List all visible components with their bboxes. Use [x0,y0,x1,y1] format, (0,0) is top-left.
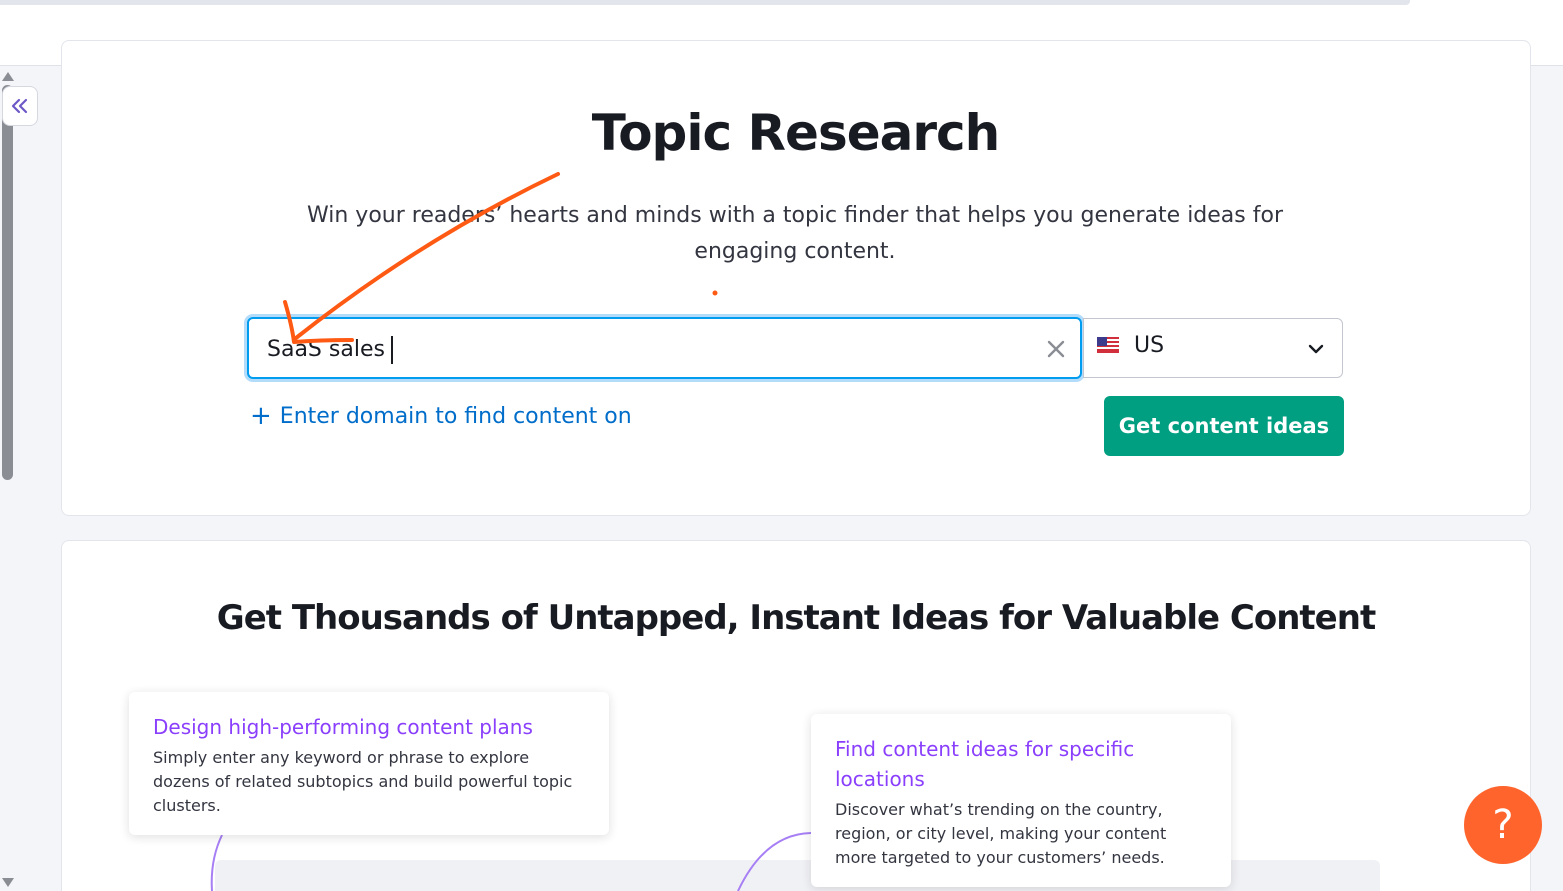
database-label: US [1134,333,1165,358]
feature-title: Design high-performing content plans [153,715,533,739]
enter-domain-label: Enter domain to find content on [279,403,632,429]
feature-card-content-plans: Design high-performing content plans Sim… [129,692,609,835]
page-subtitle: Win your readers’ hearts and minds with … [306,203,1283,264]
us-flag-icon [1097,337,1119,353]
feature-title: Find content ideas for specific location… [835,737,1135,791]
text-caret [391,336,393,364]
scroll-up-arrow-icon[interactable] [2,72,14,81]
features-heading: Get Thousands of Untapped, Instant Ideas… [216,598,1376,638]
feature-text: Simply enter any keyword or phrase to ex… [153,748,573,815]
search-input[interactable] [267,331,1027,367]
scroll-down-arrow-icon[interactable] [2,878,14,887]
search-box[interactable] [247,317,1082,379]
database-select[interactable]: US [1083,318,1343,378]
page-title: Topic Research [591,104,1001,162]
close-icon[interactable] [1044,337,1068,361]
plus-icon: + [250,401,272,431]
feature-card-locations: Find content ideas for specific location… [811,714,1231,887]
enter-domain-link[interactable]: + Enter domain to find content on [250,402,632,430]
chevron-down-icon [1308,344,1324,354]
feature-text: Discover what’s trending on the country,… [835,800,1167,867]
top-progress-line [0,0,1410,5]
help-button[interactable]: ? [1464,786,1542,864]
get-content-ideas-button[interactable]: Get content ideas [1104,396,1344,456]
